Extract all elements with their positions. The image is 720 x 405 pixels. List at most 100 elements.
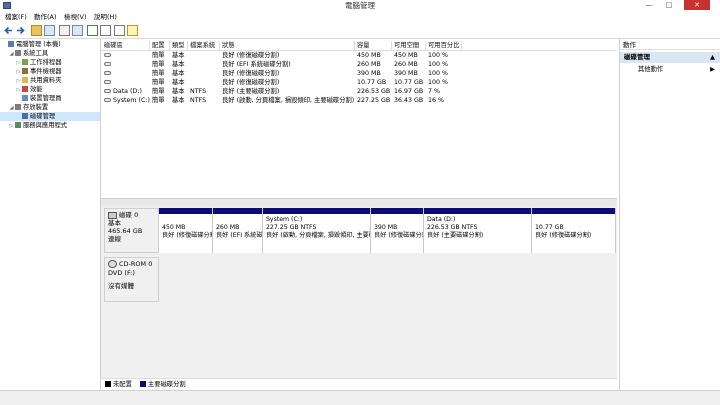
volume-cell: 基本 [170,60,188,69]
volume-cell-text: 227.25 GB [357,97,391,104]
tree-item[interactable]: ▷ 共用資料夾 [0,76,100,85]
menu-action[interactable]: 動作(A) [34,12,57,23]
refresh-icon[interactable] [87,25,98,36]
tree-node-icon [8,41,14,47]
properties-icon[interactable] [59,25,70,36]
tree-item[interactable]: ▷ 效能 [0,85,100,94]
cdrom-0-label[interactable]: CD-ROM 0 DVD (F:) 沒有媒體 [104,257,159,302]
partition-status: 良好 (主要磁碟分割) [427,232,484,239]
tree-item[interactable]: 電腦管理 (本機) [0,40,100,49]
tree-item[interactable]: ▷ 服務與應用程式 [0,121,100,130]
cdrom-0-empty-area[interactable] [159,257,616,302]
volume-cell: 260 MB [392,60,426,69]
volume-cell: 390 MB [392,69,426,78]
volume-cell-text: 基本 [172,79,185,86]
volume-cell-text: 良好 (啟動, 分頁檔案, 損毀傾印, 主要磁碟分割) [222,97,355,104]
volume-cell-text: 良好 (主要磁碟分割) [222,88,280,95]
volume-cell [188,78,220,87]
volume-cell: 226.53 GB [355,87,392,96]
legend-swatch-unallocated [105,381,111,387]
volume-cell-text: 基本 [172,97,185,104]
volume-icon [104,98,111,102]
help-icon[interactable] [127,25,138,36]
expand-arrow-icon[interactable]: ▷ [8,122,15,131]
partition-size: 450 MB [162,224,186,231]
actions-section-disk-management[interactable]: 磁碟管理 ▲ [620,52,720,63]
partition-status: 良好 (修復磁碟分割) [535,232,592,239]
show-hide-tree-icon[interactable] [44,25,55,36]
partition-block[interactable]: 390 MB良好 (修復磁碟分割) [371,208,424,253]
legend-swatch-primary [139,381,146,387]
maximize-button[interactable]: □ [660,0,678,10]
volume-icon [104,89,111,93]
volume-cell: 390 MB [355,69,392,78]
volume-cell: 簡單 [150,96,170,105]
actions-pane [619,39,720,390]
column-header[interactable]: 類型 [170,41,188,50]
tree-item[interactable]: 磁碟管理 [0,112,100,121]
cd-drive-icon [108,260,117,268]
disk-0-label[interactable]: 磁碟 0 基本 465.64 GB 連線 [104,208,159,253]
up-folder-icon[interactable] [31,25,42,36]
actions-header: 動作 [620,40,720,50]
volume-cell-text: 260 MB [357,61,381,68]
tile-view-icon[interactable] [114,25,125,36]
partition-name [216,216,262,224]
navigation-tree: 電腦管理 (本機) ◢ 系統工具 ▷ 工作排程器 ▷ 事件檢視器 ▷ 共用資料夾 ▷ 效能 裝置管理員… [0,39,101,390]
tree-item[interactable]: 裝置管理員 [0,94,100,103]
close-button[interactable]: ✕ [684,0,710,10]
tree-item[interactable]: ◢ 存放裝置 [0,103,100,112]
tree-item[interactable]: ◢ 系統工具 [0,49,100,58]
volume-cell-text: 簡單 [152,52,165,59]
column-header[interactable]: 可用空間 [392,41,426,50]
volume-cell-text: 100 % [428,70,449,77]
volume-cell-text: 簡單 [152,97,165,104]
cdrom-0-drive: DVD (F:) [108,269,135,277]
column-header[interactable]: 磁碟區 [102,41,150,50]
volume-cell: 227.25 GB [355,96,392,105]
menu-view[interactable]: 檢視(V) [64,12,87,23]
column-header[interactable]: 容量 [355,41,392,50]
partition-block[interactable]: 260 MB良好 (EFI 系統磁碟分割) [213,208,263,253]
column-header[interactable]: 狀態 [220,41,355,50]
expand-arrow-icon[interactable]: ◢ [8,104,15,113]
forward-icon[interactable] [15,25,26,36]
tree-item-label: 事件檢視器 [30,68,62,75]
cdrom-0-name: CD-ROM 0 [119,260,153,268]
volume-cell [102,60,150,69]
partition-size: 227.25 GB NTFS [266,224,317,231]
column-header[interactable]: 配置 [150,41,170,50]
menu-file[interactable]: 檔案(F) [5,12,27,23]
expand-arrow-icon[interactable]: ◢ [8,50,15,59]
volume-icon [104,53,111,57]
minimize-button[interactable]: — [640,0,658,10]
partition-block[interactable]: Data (D:) 226.53 GB NTFS 良好 (主要磁碟分割) [424,208,532,253]
tree-item[interactable]: ▷ 事件檢視器 [0,67,100,76]
tree-item-label: 磁碟管理 [30,113,56,120]
legend-unallocated: 未配置 [113,381,132,388]
disk-0-type: 基本 [108,219,121,227]
back-icon[interactable] [3,25,14,36]
partition-block[interactable]: System (C:) 227.25 GB NTFS 良好 (啟動, 分頁檔案, 損… [263,208,371,253]
export-icon[interactable] [100,25,111,36]
tree-node-icon [22,77,28,83]
volume-cell-text: System (C:) [113,97,150,104]
partition-block[interactable]: 450 MB良好 (修復磁碟分割) [159,208,213,253]
tree-node-icon [22,86,28,92]
partition-block[interactable]: 10.77 GB 良好 (修復磁碟分割) [532,208,616,253]
tree-item[interactable]: ▷ 工作排程器 [0,58,100,67]
volume-cell-text: NTFS [190,97,207,104]
menu-help[interactable]: 說明(H) [94,12,117,23]
tree-node-icon [22,68,28,74]
volume-cell-text: 7 % [428,88,440,95]
column-header[interactable]: 檔案系統 [188,41,220,50]
partition-name [374,216,423,224]
volume-cell-text: 良好 (修復磁碟分割) [222,52,280,59]
more-actions-item[interactable]: 其他動作 ▶ [620,65,720,75]
volume-cell-text: 36.43 GB [394,97,424,104]
column-header[interactable]: 可用百分比 [426,41,462,50]
tree-item-label: 存放裝置 [23,104,49,111]
volume-cell [188,69,220,78]
partition-status: 良好 (啟動, 分頁檔案, 損毀傾印, 主要磁碟分割) [266,232,370,239]
list-view-icon[interactable] [72,25,83,36]
